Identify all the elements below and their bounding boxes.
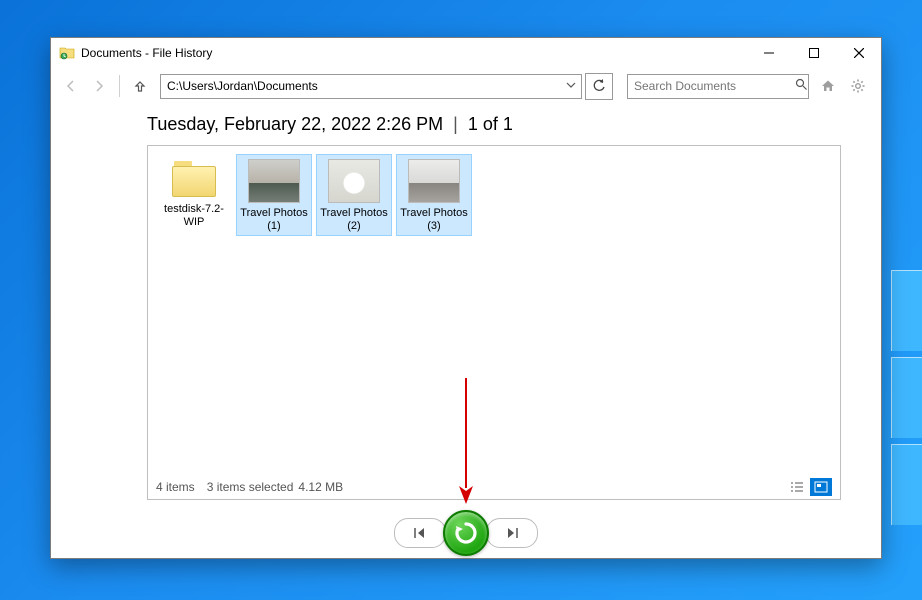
content-area: Tuesday, February 22, 2022 2:26 PM | 1 o… — [51, 104, 881, 508]
file-history-icon — [59, 45, 75, 61]
version-page-indicator: 1 of 1 — [468, 114, 513, 135]
version-heading: Tuesday, February 22, 2022 2:26 PM | 1 o… — [147, 108, 841, 145]
back-button[interactable] — [59, 74, 83, 98]
titlebar: Documents - File History — [51, 38, 881, 68]
status-bar: 4 items 3 items selected 4.12 MB — [148, 475, 840, 499]
window-controls — [746, 38, 881, 68]
address-dropdown-icon[interactable] — [561, 79, 581, 93]
toolbar-divider — [119, 75, 120, 97]
image-thumbnail — [408, 159, 460, 203]
up-button[interactable] — [130, 76, 150, 96]
search-icon[interactable] — [795, 78, 808, 94]
file-history-window: Documents - File History — [50, 37, 882, 559]
previous-version-button[interactable] — [394, 518, 446, 548]
item-label: Travel Photos (1) — [238, 207, 310, 233]
file-grid[interactable]: testdisk-7.2-WIP Travel Photos (1) Travel … — [148, 146, 840, 475]
window-title: Documents - File History — [81, 46, 746, 60]
desktop-decoration — [891, 270, 922, 525]
restore-button[interactable] — [443, 510, 489, 556]
image-item[interactable]: Travel Photos (1) — [236, 154, 312, 236]
search-input[interactable] — [628, 79, 795, 93]
navigation-toolbar — [51, 68, 881, 104]
thumbnails-view-button[interactable] — [810, 478, 832, 496]
status-selection: 3 items selected — [207, 480, 294, 494]
folder-item[interactable]: testdisk-7.2-WIP — [156, 154, 232, 232]
path-input[interactable] — [161, 75, 561, 98]
home-button[interactable] — [817, 75, 839, 97]
address-bar[interactable] — [160, 74, 582, 99]
status-size: 4.12 MB — [298, 480, 343, 494]
image-thumbnail — [328, 159, 380, 203]
heading-separator: | — [453, 114, 458, 135]
item-label: testdisk-7.2-WIP — [158, 203, 230, 229]
item-label: Travel Photos (2) — [318, 207, 390, 233]
image-item[interactable]: Travel Photos (3) — [396, 154, 472, 236]
version-timestamp: Tuesday, February 22, 2022 2:26 PM — [147, 114, 443, 135]
search-box[interactable] — [627, 74, 809, 99]
bottom-controls — [51, 508, 881, 558]
status-item-count: 4 items — [156, 480, 195, 494]
item-label: Travel Photos (3) — [398, 207, 470, 233]
image-thumbnail — [248, 159, 300, 203]
refresh-button[interactable] — [585, 73, 613, 100]
forward-button[interactable] — [87, 74, 111, 98]
close-button[interactable] — [836, 38, 881, 68]
settings-button[interactable] — [847, 75, 869, 97]
file-list-frame: testdisk-7.2-WIP Travel Photos (1) Travel … — [147, 145, 841, 500]
next-version-button[interactable] — [486, 518, 538, 548]
minimize-button[interactable] — [746, 38, 791, 68]
details-view-button[interactable] — [786, 478, 808, 496]
maximize-button[interactable] — [791, 38, 836, 68]
folder-icon — [172, 161, 216, 197]
desktop-background: Documents - File History — [0, 0, 922, 600]
image-item[interactable]: Travel Photos (2) — [316, 154, 392, 236]
